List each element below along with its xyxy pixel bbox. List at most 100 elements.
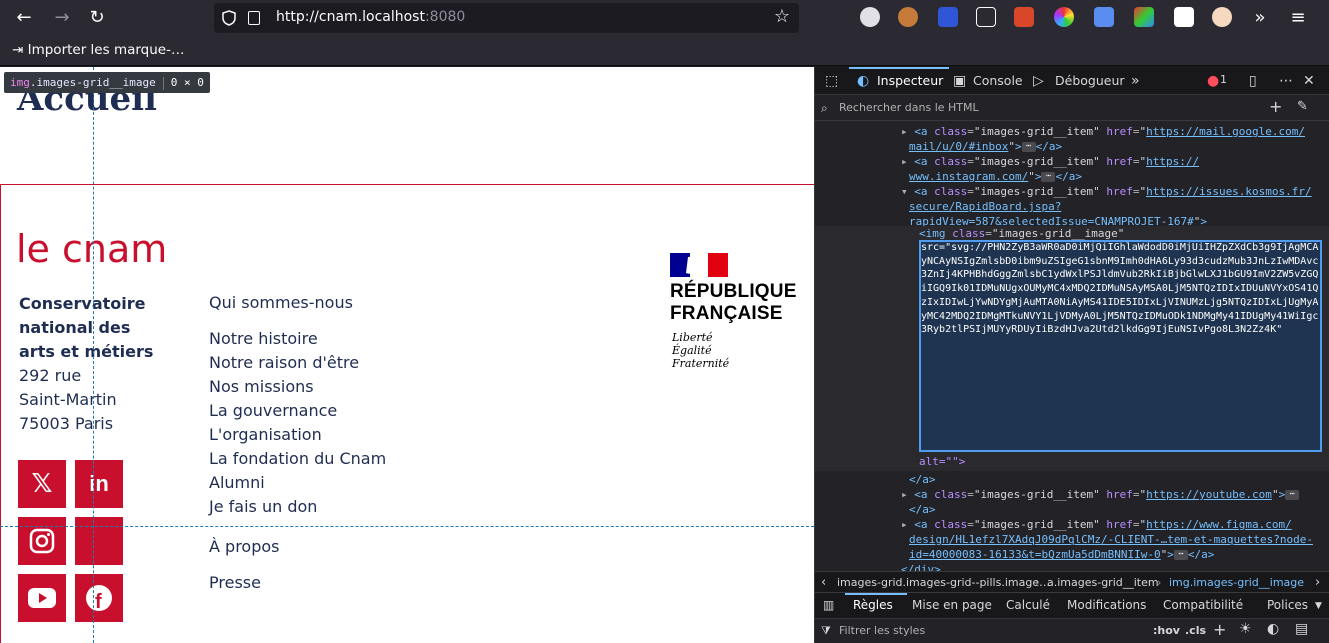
- forward-arrow-icon[interactable]: →: [50, 6, 74, 30]
- more-tabs-dropdown-icon[interactable]: ▼: [1315, 601, 1322, 611]
- page-viewport: img.images-grid__image 0 × 0 Accueil le c…: [0, 67, 814, 643]
- error-icon[interactable]: ●: [1207, 73, 1219, 89]
- youtube-icon[interactable]: [18, 574, 66, 622]
- x-icon[interactable]: 𝕏: [18, 460, 66, 508]
- src-attribute-value[interactable]: src="svg://PHN2ZyB3aWR0aD0iMjQiIGhlaWdod…: [921, 241, 1321, 337]
- tab-inspecteur[interactable]: Inspecteur: [877, 73, 943, 88]
- tab-regles[interactable]: Règles: [853, 598, 893, 612]
- error-count[interactable]: 1: [1220, 73, 1227, 86]
- markup-node-selected[interactable]: <img class="images-grid__image": [919, 226, 1124, 241]
- tab-console[interactable]: Console: [973, 73, 1023, 88]
- tools-extension-icon[interactable]: [1014, 7, 1034, 27]
- svg-text:le cnam: le cnam: [16, 230, 167, 271]
- close-icon[interactable]: ✕: [1303, 73, 1315, 89]
- light-mode-icon[interactable]: ☀: [1239, 621, 1252, 637]
- markup-node[interactable]: ▸ <a class="images-grid__item" href="htt…: [901, 154, 1199, 169]
- footer-link[interactable]: Alumni: [209, 473, 265, 492]
- element-picker-icon[interactable]: ⬚: [825, 73, 838, 89]
- markup-node[interactable]: ▾ <a class="images-grid__item" href="htt…: [901, 184, 1312, 199]
- markup-attr-alt[interactable]: alt="">: [919, 454, 965, 469]
- print-simulation-icon[interactable]: ▤: [1295, 621, 1308, 637]
- footer-link[interactable]: Presse: [209, 573, 261, 592]
- filter-icon: ⧩: [821, 624, 831, 637]
- overflow-chevron-icon[interactable]: »: [1248, 6, 1272, 30]
- breadcrumb-item[interactable]: a.images-grid__item: [1047, 576, 1159, 589]
- more-options-icon[interactable]: ⋯: [1279, 73, 1293, 89]
- reload-icon[interactable]: ↻: [85, 6, 109, 30]
- filter-placeholder[interactable]: Filtrer les styles: [839, 624, 925, 637]
- inspector-guide-vertical: [93, 67, 94, 643]
- markup-node[interactable]: ▸ <a class="images-grid__item" href="htt…: [901, 487, 1300, 502]
- markup-node[interactable]: secure/RapidBoard.jspa?: [909, 199, 1061, 214]
- wappalyzer-extension-icon[interactable]: [1134, 7, 1154, 27]
- footer-link[interactable]: Notre histoire: [209, 329, 318, 348]
- markup-node[interactable]: </div>: [901, 562, 941, 571]
- markup-node[interactable]: </a>: [909, 472, 936, 487]
- linkedin-icon[interactable]: in: [75, 460, 123, 508]
- cookie-extension-icon[interactable]: [898, 7, 918, 27]
- markup-node[interactable]: design/HL1efzl7XAdqJ09dPqlCMz/-CLIENT-…t…: [909, 532, 1313, 547]
- markup-view: ▸ <a class="images-grid__item" href="htt…: [815, 122, 1329, 571]
- add-node-icon[interactable]: +: [1269, 99, 1282, 115]
- footer-link[interactable]: Nos missions: [209, 377, 314, 396]
- breadcrumb-right-icon[interactable]: ›: [1315, 575, 1320, 590]
- html-search-placeholder[interactable]: Rechercher dans le HTML: [839, 101, 979, 114]
- tab-compatibilite[interactable]: Compatibilité: [1163, 598, 1243, 612]
- breadcrumb-left-icon[interactable]: ‹: [821, 575, 826, 590]
- url-text[interactable]: http://cnam.localhost:8080: [276, 9, 465, 25]
- republique-motto: Liberté Égalité Fraternité: [672, 331, 730, 370]
- facebook-icon[interactable]: f: [75, 574, 123, 622]
- footer-link[interactable]: L'organisation: [209, 425, 322, 444]
- republique-name: RÉPUBLIQUE FRANÇAISE: [670, 281, 797, 324]
- eye-extension-icon[interactable]: [1212, 7, 1232, 27]
- paint-extension-icon[interactable]: [1094, 7, 1114, 27]
- site-footer: le cnam Conservatoire national des arts …: [0, 184, 814, 643]
- styles-filter[interactable]: ⧩ Filtrer les styles :hov .cls + ☀ ◐ ▤: [815, 619, 1329, 643]
- tab-mise-en-page[interactable]: Mise en page: [912, 598, 992, 612]
- dark-mode-icon[interactable]: ◐: [1267, 621, 1279, 637]
- tab-modifications[interactable]: Modifications: [1067, 598, 1146, 612]
- hov-button[interactable]: :hov: [1153, 624, 1180, 637]
- markup-node[interactable]: ▸ <a class="images-grid__item" href="htt…: [901, 124, 1305, 139]
- eyedropper-icon[interactable]: ✎: [1297, 99, 1308, 115]
- shield-icon[interactable]: [222, 10, 236, 26]
- html-search[interactable]: ⌕ Rechercher dans le HTML + ✎: [815, 95, 1329, 121]
- tab-calcule[interactable]: Calculé: [1006, 598, 1050, 612]
- inspector-icon: ◐: [857, 73, 870, 89]
- footer-link[interactable]: La gouvernance: [209, 401, 337, 420]
- more-tabs-icon[interactable]: »: [1131, 73, 1140, 89]
- bookmark-star-icon[interactable]: ☆: [771, 6, 793, 28]
- markup-node[interactable]: ▸ <a class="images-grid__item" href="htt…: [901, 517, 1292, 532]
- breadcrumb-item[interactable]: images-grid.images-grid--pills.image…: [837, 576, 1050, 589]
- menu-icon[interactable]: ≡: [1286, 6, 1310, 30]
- markup-node[interactable]: mail/u/0/#inbox"> ⋯ </a>: [909, 139, 1062, 154]
- cnam-logo[interactable]: le cnam: [16, 230, 206, 275]
- cls-button[interactable]: .cls: [1185, 624, 1206, 637]
- footer-link[interactable]: À propos: [209, 537, 279, 556]
- footer-link[interactable]: Qui sommes-nous: [209, 293, 353, 312]
- markup-node[interactable]: id=40000083-16133&t=bQzmUa5dDmBNNIIw-0">…: [909, 547, 1214, 562]
- shield-extension-icon[interactable]: [938, 7, 958, 27]
- footer-link[interactable]: Je fais un don: [209, 497, 317, 516]
- markup-node[interactable]: www.instagram.com/"> ⋯ </a>: [909, 169, 1082, 184]
- bookmark-import[interactable]: ⇥ Importer les marque-…: [12, 42, 184, 58]
- sidebar-toggle-icon[interactable]: ▥: [823, 598, 834, 612]
- footer-link[interactable]: Notre raison d'être: [209, 353, 359, 372]
- footer-link[interactable]: La fondation du Cnam: [209, 449, 386, 468]
- address: Conservatoire national des arts et métie…: [19, 292, 159, 436]
- extensions-puzzle-icon[interactable]: [976, 7, 996, 27]
- notion-extension-icon[interactable]: [1174, 7, 1194, 27]
- instagram-icon[interactable]: [18, 517, 66, 565]
- add-rule-icon[interactable]: +: [1213, 620, 1226, 639]
- breadcrumb-item-selected[interactable]: img.images-grid__image: [1169, 576, 1304, 589]
- tiktok-icon[interactable]: [75, 517, 123, 565]
- markup-node[interactable]: </a>: [909, 502, 936, 517]
- tab-polices[interactable]: Polices: [1267, 598, 1308, 612]
- url-bar[interactable]: http://cnam.localhost:8080 ☆: [214, 3, 799, 33]
- account-icon[interactable]: [860, 7, 880, 27]
- tab-debogueur[interactable]: Débogueur: [1055, 73, 1125, 88]
- color-picker-extension-icon[interactable]: [1054, 7, 1074, 27]
- responsive-icon[interactable]: ▯: [1249, 73, 1257, 89]
- page-info-icon[interactable]: [248, 11, 260, 25]
- back-arrow-icon[interactable]: ←: [12, 6, 36, 30]
